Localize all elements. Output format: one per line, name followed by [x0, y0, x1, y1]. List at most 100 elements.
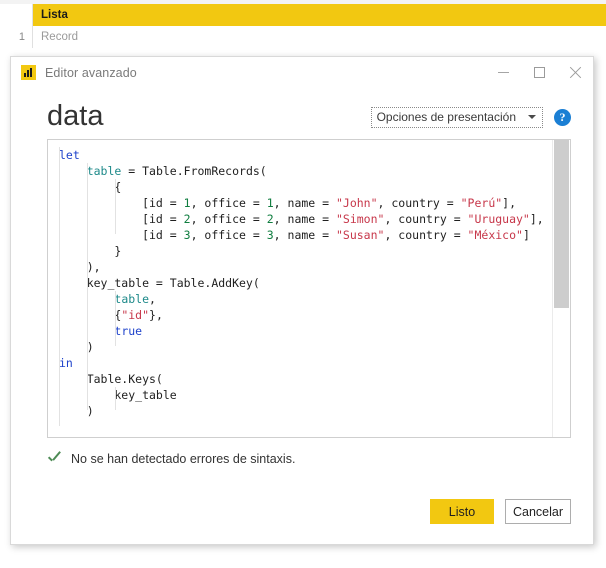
code-token: Table.Keys(: [59, 372, 163, 386]
minimize-button[interactable]: [485, 57, 521, 88]
code-token: , office =: [190, 196, 267, 210]
check-icon: [47, 452, 62, 467]
cancel-button[interactable]: Cancelar: [505, 499, 571, 524]
code-line: true: [48, 323, 552, 339]
code-token: {: [59, 308, 122, 322]
code-token: = Table.FromRecords(: [121, 164, 267, 178]
editor-scroll-thumb[interactable]: [554, 140, 569, 308]
grid-corner-cell: [0, 4, 33, 26]
code-token: table: [114, 292, 150, 306]
code-token: 2: [183, 212, 191, 226]
code-editor-text-area[interactable]: let table = Table.FromRecords( { [id = 1…: [48, 140, 552, 437]
code-token: ],: [502, 196, 517, 210]
code-token: {: [59, 180, 122, 194]
code-line: key_table: [48, 387, 552, 403]
code-token: , country =: [384, 212, 468, 226]
code-token: ,: [149, 292, 156, 306]
window-controls: [485, 57, 593, 88]
code-token: true: [114, 324, 143, 338]
close-button[interactable]: [557, 57, 593, 88]
code-token: table: [86, 164, 122, 178]
code-token: "México": [467, 228, 523, 242]
code-token: "Perú": [460, 196, 503, 210]
dialog-footer: Listo Cancelar: [11, 499, 593, 544]
code-token: in: [59, 356, 73, 370]
code-line: key_table = Table.AddKey(: [48, 275, 552, 291]
grid-header-row: Lista: [0, 4, 606, 26]
code-editor[interactable]: let table = Table.FromRecords( { [id = 1…: [47, 139, 571, 438]
code-line: [id = 1, office = 1, name = "John", coun…: [48, 195, 552, 211]
display-options-dropdown[interactable]: Opciones de presentación: [370, 107, 543, 128]
code-line: table = Table.FromRecords(: [48, 163, 552, 179]
code-token: 1: [266, 196, 274, 210]
code-token: 3: [266, 228, 274, 242]
code-token: , name =: [273, 212, 336, 226]
dialog-title: Editor avanzado: [45, 65, 137, 80]
code-token: 3: [183, 228, 191, 242]
dialog-header: data Opciones de presentación ?: [11, 88, 593, 139]
code-token: let: [59, 148, 80, 162]
code-line: table,: [48, 291, 552, 307]
done-button[interactable]: Listo: [430, 499, 494, 524]
maximize-button[interactable]: [521, 57, 557, 88]
code-lines: let table = Table.FromRecords( { [id = 1…: [48, 147, 552, 419]
dialog-titlebar: Editor avanzado: [11, 57, 593, 88]
code-line: {"id"},: [48, 307, 552, 323]
code-token: [id =: [59, 196, 184, 210]
code-line: let: [48, 147, 552, 163]
code-line: ): [48, 403, 552, 419]
code-token: ],: [529, 212, 544, 226]
code-token: "John": [335, 196, 378, 210]
code-line: ),: [48, 259, 552, 275]
code-token: , name =: [273, 196, 336, 210]
query-name-title: data: [47, 100, 104, 132]
header-controls: Opciones de presentación ?: [370, 107, 571, 131]
code-token: "Uruguay": [467, 212, 530, 226]
code-token: [id =: [59, 228, 184, 242]
editor-scrollbar[interactable]: [552, 140, 570, 437]
code-line: ): [48, 339, 552, 355]
code-token: ): [59, 404, 94, 418]
code-token: 1: [183, 196, 191, 210]
code-token: , office =: [190, 212, 267, 226]
grid-row-1[interactable]: 1 Record: [0, 26, 606, 49]
code-token: key_table = Table.AddKey(: [59, 276, 260, 290]
help-icon[interactable]: ?: [554, 109, 571, 126]
close-icon: [569, 67, 581, 79]
grid-row-number: 1: [0, 26, 33, 48]
grid-column-header-lista[interactable]: Lista: [33, 4, 606, 26]
code-line: [id = 2, office = 2, name = "Simon", cou…: [48, 211, 552, 227]
chevron-down-icon: [528, 115, 536, 119]
code-token: key_table: [59, 388, 177, 402]
code-token: , office =: [190, 228, 267, 242]
syntax-status-message: No se han detectado errores de sintaxis.: [71, 452, 296, 466]
code-token: , name =: [273, 228, 336, 242]
code-token: "Simon": [335, 212, 385, 226]
code-token: ),: [59, 260, 101, 274]
code-line: }: [48, 243, 552, 259]
display-options-label: Opciones de presentación: [376, 110, 516, 124]
code-token: 2: [266, 212, 274, 226]
code-line: [id = 3, office = 3, name = "Susan", cou…: [48, 227, 552, 243]
code-token: , country =: [377, 196, 461, 210]
minimize-icon: [497, 72, 509, 73]
syntax-status: No se han detectado errores de sintaxis.: [47, 449, 571, 469]
code-token: }: [59, 244, 122, 258]
maximize-icon: [533, 67, 545, 78]
code-token: "id": [121, 308, 150, 322]
code-line: in: [48, 355, 552, 371]
code-token: ]: [522, 228, 530, 242]
code-line: Table.Keys(: [48, 371, 552, 387]
code-token: ): [59, 340, 94, 354]
code-line: {: [48, 179, 552, 195]
power-bi-icon: [21, 65, 36, 80]
code-token: },: [149, 308, 163, 322]
code-token: [id =: [59, 212, 184, 226]
code-token: "Susan": [335, 228, 385, 242]
advanced-editor-dialog: Editor avanzado data Opciones de present…: [10, 56, 594, 545]
grid-cell-record[interactable]: Record: [33, 26, 606, 48]
code-token: , country =: [384, 228, 468, 242]
